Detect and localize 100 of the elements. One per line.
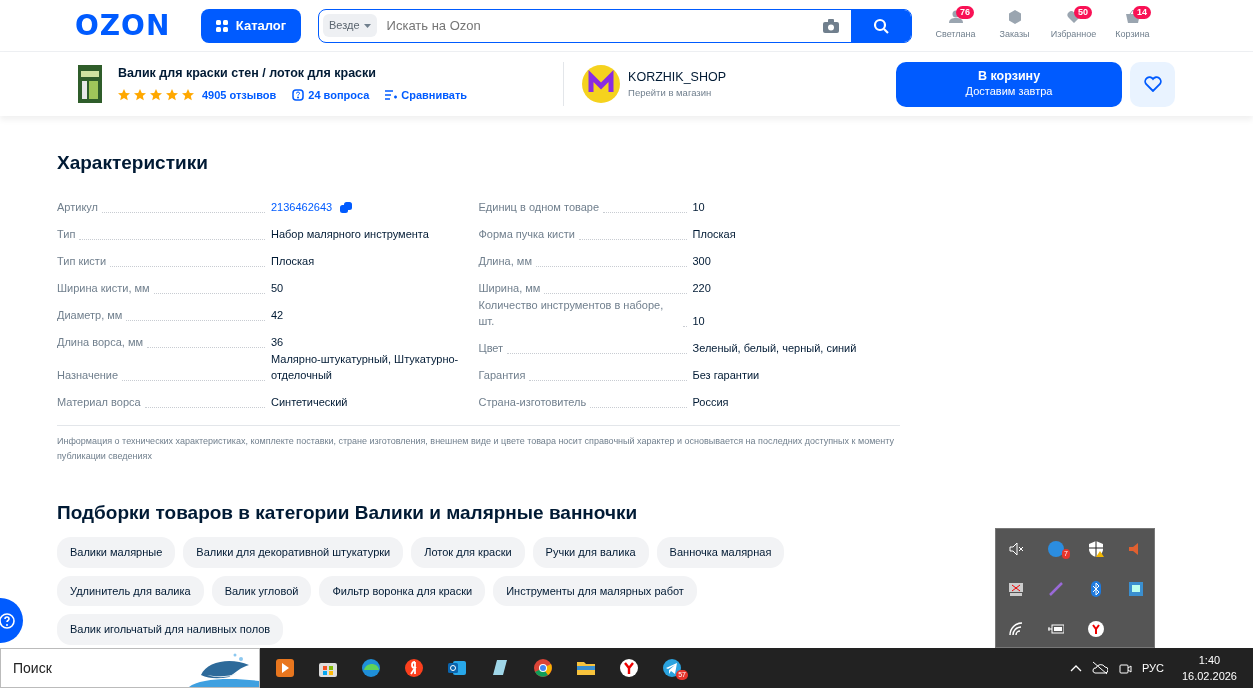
nav-link[interactable]: Заказы: [987, 9, 1042, 42]
spec-value: 36: [271, 335, 285, 351]
spec-label: Ширина кисти, мм: [57, 281, 150, 297]
spec-value: 10: [692, 200, 706, 216]
meet-icon[interactable]: [1117, 661, 1132, 675]
star-icon: [118, 89, 130, 102]
category-tag[interactable]: Лоток для краски: [411, 537, 525, 568]
questions-link[interactable]: 24 вопроса: [308, 87, 370, 104]
catalog-button[interactable]: Каталог: [201, 8, 301, 43]
spec-label: Тип кисти: [57, 254, 107, 270]
section-heading: Подборки товаров в категории Валики и малярные ванночки: [57, 502, 639, 526]
star-icon: [182, 89, 194, 102]
battery-icon: [1048, 621, 1064, 637]
count-badge: 50: [1074, 5, 1092, 19]
spec-value: 220: [692, 281, 712, 297]
spec-label: Гарантия: [478, 368, 526, 384]
product-title: Валик для краски стен / лоток для краски: [118, 65, 377, 83]
spec-label: Форма пучка кисти: [478, 227, 575, 243]
scope-dropdown[interactable]: Везде: [323, 14, 377, 37]
mute-icon: [1008, 541, 1024, 557]
spec-label: Единиц в одном товаре: [478, 200, 600, 216]
spec-value: Набор малярного инструмента: [271, 227, 430, 243]
spec-value: 42: [271, 308, 285, 324]
spec-label: Артикул: [57, 200, 98, 216]
category-tag[interactable]: Валики малярные: [57, 537, 176, 568]
display-icon: [1008, 581, 1024, 597]
spec-label: Назначение: [57, 368, 119, 384]
network-icon: [1128, 581, 1144, 597]
spec-value: Синтетический: [271, 395, 349, 411]
product-thumbnail: [78, 65, 102, 103]
count-badge: 14: [1133, 5, 1151, 19]
shop-link[interactable]: Перейти в магазин: [628, 86, 727, 101]
star-icon: [166, 89, 178, 102]
count-badge: 76: [956, 5, 974, 19]
favorite-button[interactable]: [1130, 61, 1176, 107]
edge-icon[interactable]: [361, 658, 381, 678]
spec-label: Ширина, мм: [478, 281, 541, 297]
spec-label: Количество инструментов в наборе, шт.: [478, 297, 665, 330]
shield-icon: [1088, 541, 1104, 557]
taskbar-search[interactable]: Поиск: [0, 648, 260, 688]
star-icon: [150, 89, 162, 102]
box-icon: [1007, 9, 1022, 24]
category-tag[interactable]: Фильтр воронка для краски: [319, 575, 486, 607]
chevron-up-icon[interactable]: [1069, 664, 1082, 672]
spec-value: 300: [692, 254, 712, 270]
spec-label: Тип: [57, 227, 76, 243]
spec-value: 50: [271, 281, 285, 297]
star-icon: [134, 89, 146, 102]
reviews-link[interactable]: 4905 отзывов: [202, 87, 277, 104]
cloud-off-icon[interactable]: [1091, 661, 1108, 675]
spec-label: Цвет: [478, 341, 504, 357]
category-tag[interactable]: Валик игольчатый для наливных полов: [57, 614, 284, 645]
category-tag[interactable]: Удлинитель для валика: [57, 575, 204, 607]
section-heading: Характеристики: [57, 152, 209, 175]
chrome-icon[interactable]: [533, 658, 553, 678]
shop-logo[interactable]: [582, 65, 621, 103]
camera-icon[interactable]: [823, 18, 839, 33]
browser-icon[interactable]: [619, 658, 639, 678]
clock[interactable]: 1:40 16.02.2026: [1181, 651, 1237, 685]
spec-value: Плоская: [271, 254, 316, 270]
category-tag[interactable]: Ручки для валика: [532, 537, 649, 568]
spec-label: Страна-изготовитель: [478, 395, 587, 411]
logo[interactable]: OZON: [75, 4, 183, 47]
browser-icon: [1088, 621, 1104, 637]
question-icon: [292, 89, 305, 102]
category-tag[interactable]: Валик угловой: [211, 575, 312, 607]
spec-label: Длина, мм: [478, 254, 532, 270]
article-link[interactable]: 2136462643: [271, 199, 333, 216]
compare-link[interactable]: Сравнивать: [401, 87, 468, 104]
caret-icon: [363, 23, 371, 28]
category-tag[interactable]: Валики для декоративной штукатурки: [183, 537, 404, 568]
spec-label: Диаметр, мм: [57, 308, 123, 324]
heart-icon: [1143, 76, 1162, 92]
shop-name[interactable]: KORZHIK_SHOP: [628, 67, 727, 87]
search-button[interactable]: [851, 9, 911, 42]
category-tag[interactable]: Ванночка малярная: [656, 537, 785, 568]
search-icon: [873, 17, 889, 34]
question-icon: [0, 612, 15, 629]
pen-icon: [1048, 581, 1064, 597]
spec-value: Малярно-штукатурный, Штукатурно-отделочный: [271, 351, 460, 384]
copy-icon[interactable]: [340, 201, 353, 214]
spec-label: Длина ворса, мм: [57, 335, 144, 351]
app-icon: [1048, 541, 1064, 557]
search-field[interactable]: Везде Искать на Ozon: [318, 8, 912, 43]
disclaimer-text: Информация о технических характеристиках, комплекте поставки, стране изготовления, внешнем виде и цвете товара носит справочный характер и основывается на последних доступных к моменту публикации сведениях: [57, 424, 900, 465]
wifi-icon: [1008, 621, 1024, 637]
spec-value: 10: [692, 314, 706, 330]
category-tag[interactable]: Инструменты для малярных работ: [493, 575, 697, 607]
spec-value: Зеленый, белый, черный, синий: [692, 341, 858, 357]
media-player-icon[interactable]: [275, 658, 295, 678]
spec-value: Россия: [692, 395, 730, 411]
compare-icon: [385, 90, 398, 101]
outlook-icon[interactable]: [447, 658, 467, 678]
add-to-cart-button[interactable]: В корзину Доставим завтра: [896, 61, 1123, 107]
grid-icon: [215, 19, 228, 32]
yandex-icon[interactable]: [404, 658, 424, 678]
notepad-icon[interactable]: [490, 658, 510, 678]
spec-value: Без гарантии: [692, 368, 761, 384]
spec-label: Материал ворса: [57, 395, 141, 411]
language-indicator[interactable]: РУС: [1141, 659, 1164, 677]
